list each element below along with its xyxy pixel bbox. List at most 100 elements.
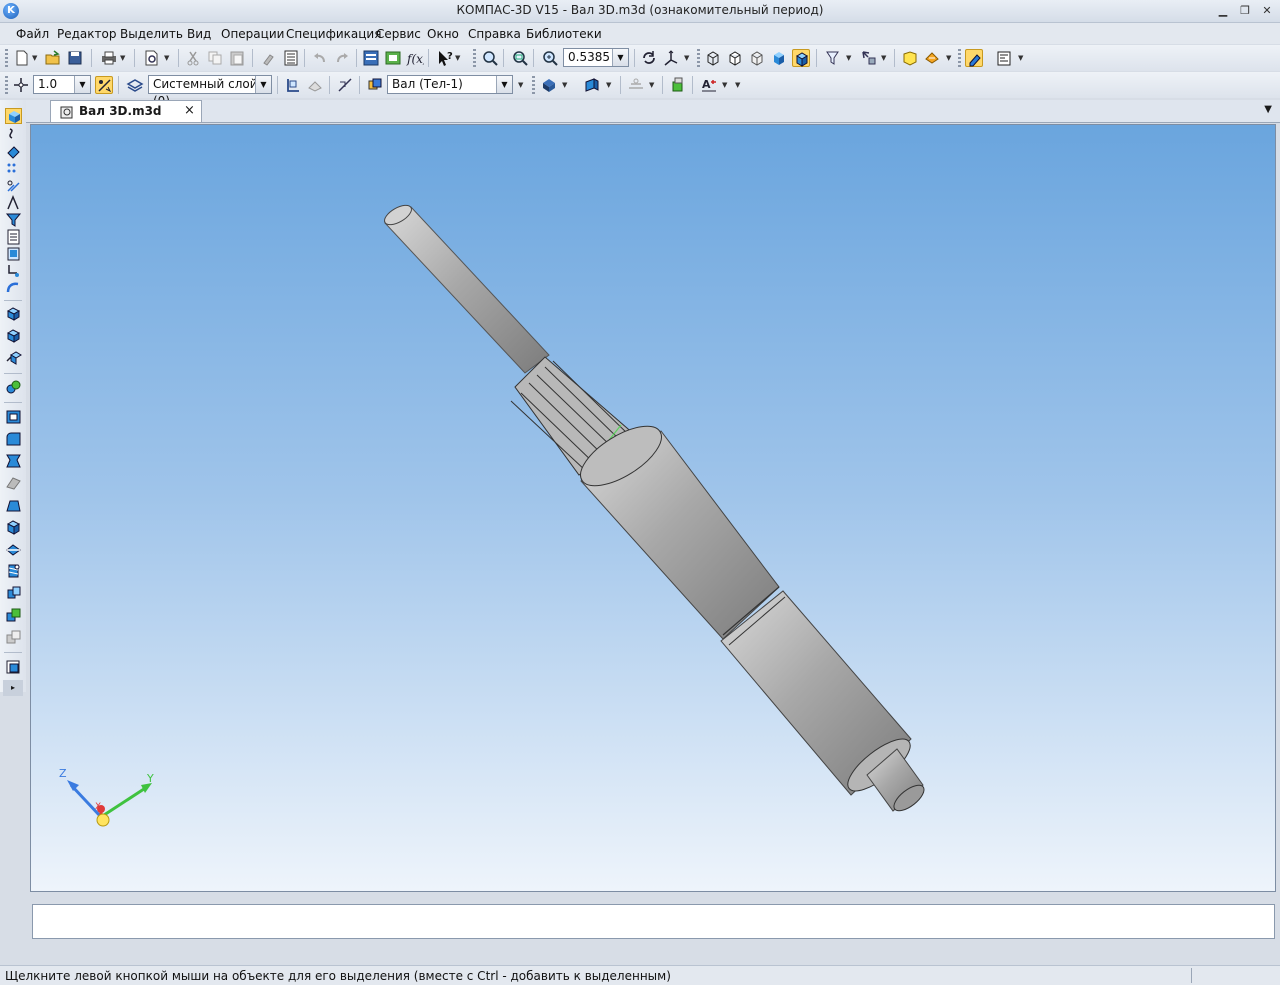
zoom-scale-field[interactable]: 0.5385 ▼ <box>563 48 629 67</box>
sheet-body-icon[interactable] <box>5 280 22 296</box>
zoom-all-icon[interactable] <box>511 49 529 67</box>
auxiliary-geometry-icon[interactable] <box>5 178 22 194</box>
mirror-operation-icon[interactable] <box>5 585 22 601</box>
draft-operation-icon[interactable] <box>5 453 22 469</box>
text-style-icon[interactable]: A <box>700 76 718 94</box>
mass-center-dropdown-icon[interactable]: ▼ <box>649 76 656 94</box>
split-operation-icon[interactable] <box>5 541 22 557</box>
loft-operation-icon[interactable] <box>5 379 22 395</box>
current-body-icon[interactable] <box>366 76 384 94</box>
select-filter-icon[interactable] <box>860 49 878 67</box>
cursor-step-icon[interactable] <box>12 76 30 94</box>
toolbar-overflow-icon[interactable]: ▼ <box>735 76 742 94</box>
tab-list-dropdown-icon[interactable]: ▼ <box>1264 104 1272 115</box>
format-brush-icon[interactable] <box>260 49 278 67</box>
menu-editor[interactable]: Редактор <box>57 27 116 41</box>
specification-icon[interactable] <box>5 229 22 245</box>
menu-help[interactable]: Справка <box>468 27 521 41</box>
new-document-icon[interactable] <box>13 49 31 67</box>
undo-icon[interactable] <box>311 49 329 67</box>
zoom-window-icon[interactable] <box>481 49 499 67</box>
orientation-icon[interactable] <box>662 49 680 67</box>
close-button[interactable]: ✕ <box>1260 4 1274 18</box>
fillet-operation-icon[interactable] <box>5 431 22 447</box>
shaded-view-icon[interactable] <box>770 49 788 67</box>
new-dropdown-icon[interactable]: ▼ <box>32 49 39 67</box>
part-edit-icon[interactable] <box>5 108 22 124</box>
toolbar-overflow-icon[interactable]: ▼ <box>518 76 525 94</box>
cursor-step-field[interactable]: 1.0 ▼ <box>33 75 91 94</box>
material-dropdown-icon[interactable]: ▼ <box>606 76 613 94</box>
rotate-icon[interactable] <box>640 49 658 67</box>
shaded-edges-view-icon[interactable] <box>792 49 810 67</box>
filter-dropdown-icon[interactable]: ▼ <box>846 49 853 67</box>
manager-panel-icon[interactable] <box>362 49 380 67</box>
current-layer-field[interactable]: Системный слой (0)▼ <box>148 75 272 108</box>
text-style-dropdown-icon[interactable]: ▼ <box>722 76 729 94</box>
layer-icon[interactable] <box>126 76 144 94</box>
save-icon[interactable] <box>66 49 84 67</box>
section-dropdown-icon[interactable]: ▼ <box>946 49 953 67</box>
arrays-icon[interactable] <box>5 161 22 177</box>
material-icon[interactable] <box>583 76 601 94</box>
color-properties-icon[interactable] <box>540 76 558 94</box>
filter-objects-icon[interactable] <box>824 49 842 67</box>
help-dropdown-icon[interactable]: ▼ <box>455 49 462 67</box>
restore-button[interactable]: ❐ <box>1238 4 1252 18</box>
thin-hidden-lines-icon[interactable] <box>748 49 766 67</box>
open-folder-icon[interactable] <box>44 49 62 67</box>
print-icon[interactable] <box>100 49 118 67</box>
toolbar-grip[interactable] <box>473 49 476 67</box>
toolbar-grip[interactable] <box>697 49 700 67</box>
surfaces-icon[interactable] <box>5 144 22 160</box>
kinematic-operation-icon[interactable] <box>5 349 22 365</box>
wireframe-view-icon[interactable] <box>704 49 722 67</box>
context-help-icon[interactable]: ? <box>436 49 454 67</box>
paste-icon[interactable] <box>228 49 246 67</box>
panel-expand-icon[interactable]: ▸ <box>3 680 23 696</box>
measure-icon[interactable] <box>995 49 1013 67</box>
menu-view[interactable]: Вид <box>187 27 211 41</box>
preview-icon[interactable] <box>143 49 161 67</box>
current-body-field[interactable]: Вал (Тел-1) ▼ <box>387 75 513 94</box>
hole-operation-icon[interactable] <box>5 519 22 535</box>
spatial-curves-icon[interactable] <box>5 127 22 143</box>
mass-center-icon[interactable] <box>627 76 645 94</box>
menu-window[interactable]: Окно <box>427 27 459 41</box>
hidden-lines-view-icon[interactable] <box>726 49 744 67</box>
color-dropdown-icon[interactable]: ▼ <box>562 76 569 94</box>
rib-operation-icon[interactable] <box>5 475 22 491</box>
shaft-model[interactable]: Z Y X <box>31 125 1275 891</box>
menu-libraries[interactable]: Библиотеки <box>526 27 602 41</box>
chamfer-operation-icon[interactable] <box>5 497 22 513</box>
menu-select[interactable]: Выделить <box>120 27 183 41</box>
orientation-plane-icon[interactable] <box>306 76 324 94</box>
extrude-operation-icon[interactable] <box>5 305 22 321</box>
filters-icon[interactable] <box>5 212 22 228</box>
variables-fx-icon[interactable]: f(x) <box>406 49 424 67</box>
current-layer-dropdown-icon[interactable]: ▼ <box>255 76 271 93</box>
toolbar-grip[interactable] <box>5 76 8 94</box>
cursor-step-dropdown-icon[interactable]: ▼ <box>74 76 90 93</box>
toolbar-grip[interactable] <box>532 76 535 94</box>
menu-operations[interactable]: Операции <box>221 27 284 41</box>
snap-bindings-icon[interactable] <box>95 76 113 94</box>
thread-operation-icon[interactable] <box>5 563 22 579</box>
preview-dropdown-icon[interactable]: ▼ <box>164 49 171 67</box>
toolbar-grip[interactable] <box>5 49 8 67</box>
print-dropdown-icon[interactable]: ▼ <box>120 49 127 67</box>
pattern-operation-icon[interactable] <box>5 629 22 645</box>
properties-table-icon[interactable] <box>282 49 300 67</box>
orientation-dropdown-icon[interactable]: ▼ <box>684 49 691 67</box>
minimize-button[interactable]: ▁ <box>1216 4 1230 18</box>
redo-icon[interactable] <box>333 49 351 67</box>
cut-icon[interactable] <box>184 49 202 67</box>
command-line-panel[interactable] <box>32 904 1275 939</box>
rotate-operation-icon[interactable] <box>5 327 22 343</box>
edit-mode-icon[interactable] <box>965 49 983 67</box>
report-icon[interactable] <box>5 246 22 262</box>
library-manager-icon[interactable] <box>384 49 402 67</box>
shell-operation-icon[interactable] <box>5 409 22 425</box>
local-coordinate-system-icon[interactable] <box>284 76 302 94</box>
toolbar-grip[interactable] <box>958 49 961 67</box>
